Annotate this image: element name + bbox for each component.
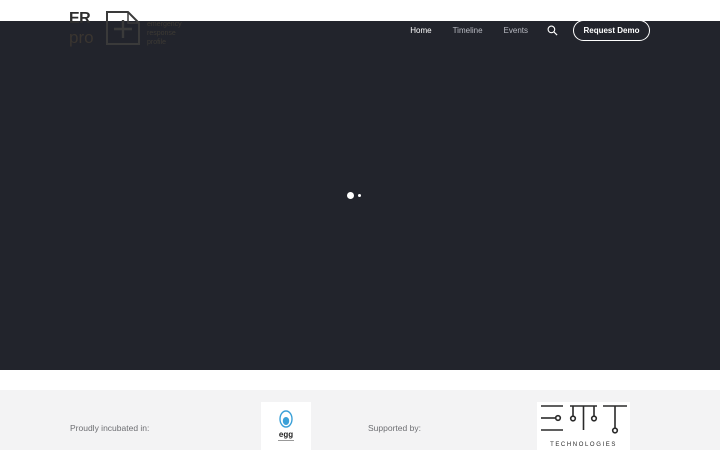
supported-label: Supported by: <box>368 423 421 433</box>
egg-logo-text: egg <box>279 430 293 439</box>
logo-er-text: ER <box>69 10 91 27</box>
loading-indicator <box>347 192 363 199</box>
request-demo-button[interactable]: Request Demo <box>573 20 650 41</box>
logo-tagline-line: emergency <box>147 21 182 28</box>
nav-item-events[interactable]: Events <box>504 26 528 35</box>
incubated-label: Proudly incubated in: <box>70 423 150 433</box>
egg-incubator-logo[interactable]: egg <box>261 402 311 450</box>
logo-pro-text: pro <box>69 28 94 47</box>
search-icon[interactable] <box>547 25 558 36</box>
logo-tagline-line: profile <box>147 39 167 46</box>
logo-plus-document-icon <box>106 11 140 45</box>
main-nav: Home Timeline Events Request Demo <box>410 20 650 41</box>
brand-logo[interactable]: ER pro emergency response profile <box>69 11 184 49</box>
nav-item-home[interactable]: Home <box>410 26 431 35</box>
egg-logo-icon: egg <box>278 410 294 441</box>
loader-dot-icon <box>347 192 354 199</box>
loader-dot-icon <box>358 194 361 197</box>
nav-item-timeline[interactable]: Timeline <box>453 26 483 35</box>
emt-technologies-logo[interactable]: TECHNOLOGIES <box>537 402 630 450</box>
emt-logo-icon <box>541 405 627 434</box>
logo-tagline-line: response <box>147 30 176 37</box>
logo-tagline: emergency response profile <box>147 20 182 47</box>
emt-technologies-text: TECHNOLOGIES <box>550 442 617 448</box>
